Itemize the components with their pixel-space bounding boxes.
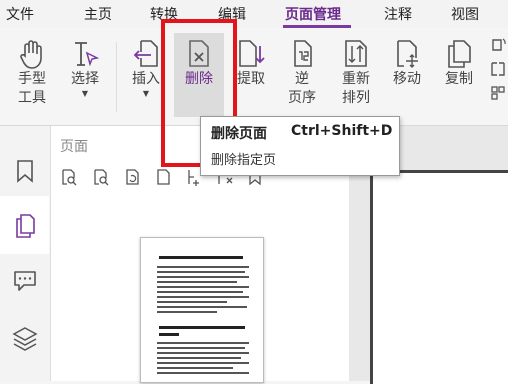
- move-page-button[interactable]: 移动: [387, 38, 427, 89]
- thumb-text-line: [157, 271, 245, 273]
- thumb-text-line: [157, 276, 249, 278]
- thumb-text-line: [157, 311, 217, 313]
- copy-label: 复制: [445, 71, 473, 87]
- move-label: 移动: [393, 71, 421, 87]
- thumb-text-line: [157, 281, 237, 283]
- menu-home[interactable]: 主页: [84, 4, 112, 24]
- thumb-heading: [159, 333, 179, 336]
- document-page[interactable]: [370, 170, 508, 384]
- insert-page-button[interactable]: 插入 ▼: [126, 38, 166, 99]
- thumb-text-line: [157, 362, 249, 364]
- rearrange-label-1: 重新: [342, 71, 370, 87]
- rearrange-label-2: 排列: [342, 90, 370, 106]
- thumb-text-line: [157, 296, 249, 298]
- reverse-label-1: 逆: [295, 71, 309, 87]
- tooltip-title: 删除页面: [211, 126, 267, 142]
- hand-icon: [20, 40, 42, 69]
- menu-file[interactable]: 文件: [6, 4, 34, 24]
- hand-tool-label-1: 手型: [18, 71, 46, 87]
- comment-icon[interactable]: [12, 267, 38, 293]
- thumb-text-line: [157, 306, 247, 308]
- thumb-text-line: [157, 352, 249, 354]
- menu-page-management[interactable]: 页面管理: [285, 4, 341, 24]
- split-page-icon[interactable]: [489, 60, 507, 78]
- page-thumbnail[interactable]: [140, 237, 264, 383]
- thumb-text-line: [157, 342, 249, 344]
- thumb-text-line: [157, 357, 241, 359]
- thumb-text-line: [157, 372, 249, 374]
- rearrange-icon: [345, 40, 367, 67]
- thumb-heading: [159, 326, 245, 329]
- thumb-text-line: [157, 301, 227, 303]
- layers-icon[interactable]: [12, 325, 38, 351]
- reverse-pages-button[interactable]: 逆 页序: [282, 38, 322, 108]
- hand-tool-label-2: 工具: [18, 90, 46, 106]
- pages-icon[interactable]: [12, 212, 38, 238]
- select-tool-label: 选择: [71, 71, 99, 87]
- thumb-heading: [159, 256, 243, 259]
- copy-page-icon: [448, 40, 471, 68]
- text-select-icon: [75, 42, 100, 67]
- chevron-down-icon: ▼: [81, 89, 89, 98]
- thumb-text-line: [157, 291, 243, 293]
- extract-page-button[interactable]: 提取: [231, 38, 271, 89]
- thumb-text-line: [157, 266, 249, 268]
- select-tool-button[interactable]: 选择 ▼: [66, 38, 104, 99]
- thumb-text-line: [157, 367, 233, 369]
- tooltip-description: 删除指定页: [211, 153, 277, 168]
- extract-page-icon: [239, 40, 265, 67]
- panel-title: 页面: [60, 139, 88, 155]
- reverse-label-2: 页序: [288, 90, 316, 106]
- rotate-page-icon[interactable]: [124, 168, 142, 186]
- extract-label: 提取: [237, 71, 265, 87]
- rotate-icon[interactable]: [489, 36, 507, 54]
- insert-label: 插入: [132, 71, 160, 87]
- insert-page-icon: [133, 40, 158, 67]
- rotate-right-page-icon[interactable]: [155, 168, 173, 186]
- thumb-text-line: [157, 286, 249, 288]
- copy-page-button[interactable]: 复制: [439, 38, 479, 89]
- zoom-in-page-icon[interactable]: [92, 168, 110, 186]
- zoom-out-page-icon[interactable]: [60, 168, 78, 186]
- menu-view[interactable]: 视图: [451, 4, 479, 24]
- move-page-icon: [397, 40, 418, 68]
- reverse-order-icon: [294, 40, 312, 67]
- hand-tool-button[interactable]: 手型 工具: [12, 38, 52, 108]
- bookmark-icon[interactable]: [12, 158, 38, 184]
- ribbon-divider: [116, 42, 117, 112]
- menu-annotate[interactable]: 注释: [384, 4, 412, 24]
- chevron-down-icon: ▼: [142, 89, 150, 98]
- tooltip-shortcut: Ctrl+Shift+D: [291, 123, 393, 139]
- delete-tooltip: 删除页面 Ctrl+Shift+D 删除指定页: [200, 116, 400, 176]
- thumb-text-line: [157, 347, 245, 349]
- rearrange-pages-button[interactable]: 重新 排列: [334, 38, 378, 108]
- menu-bar: 文件 主页 转换 编辑 页面管理 注释 视图: [0, 0, 508, 28]
- page-layout-icon[interactable]: [489, 84, 507, 102]
